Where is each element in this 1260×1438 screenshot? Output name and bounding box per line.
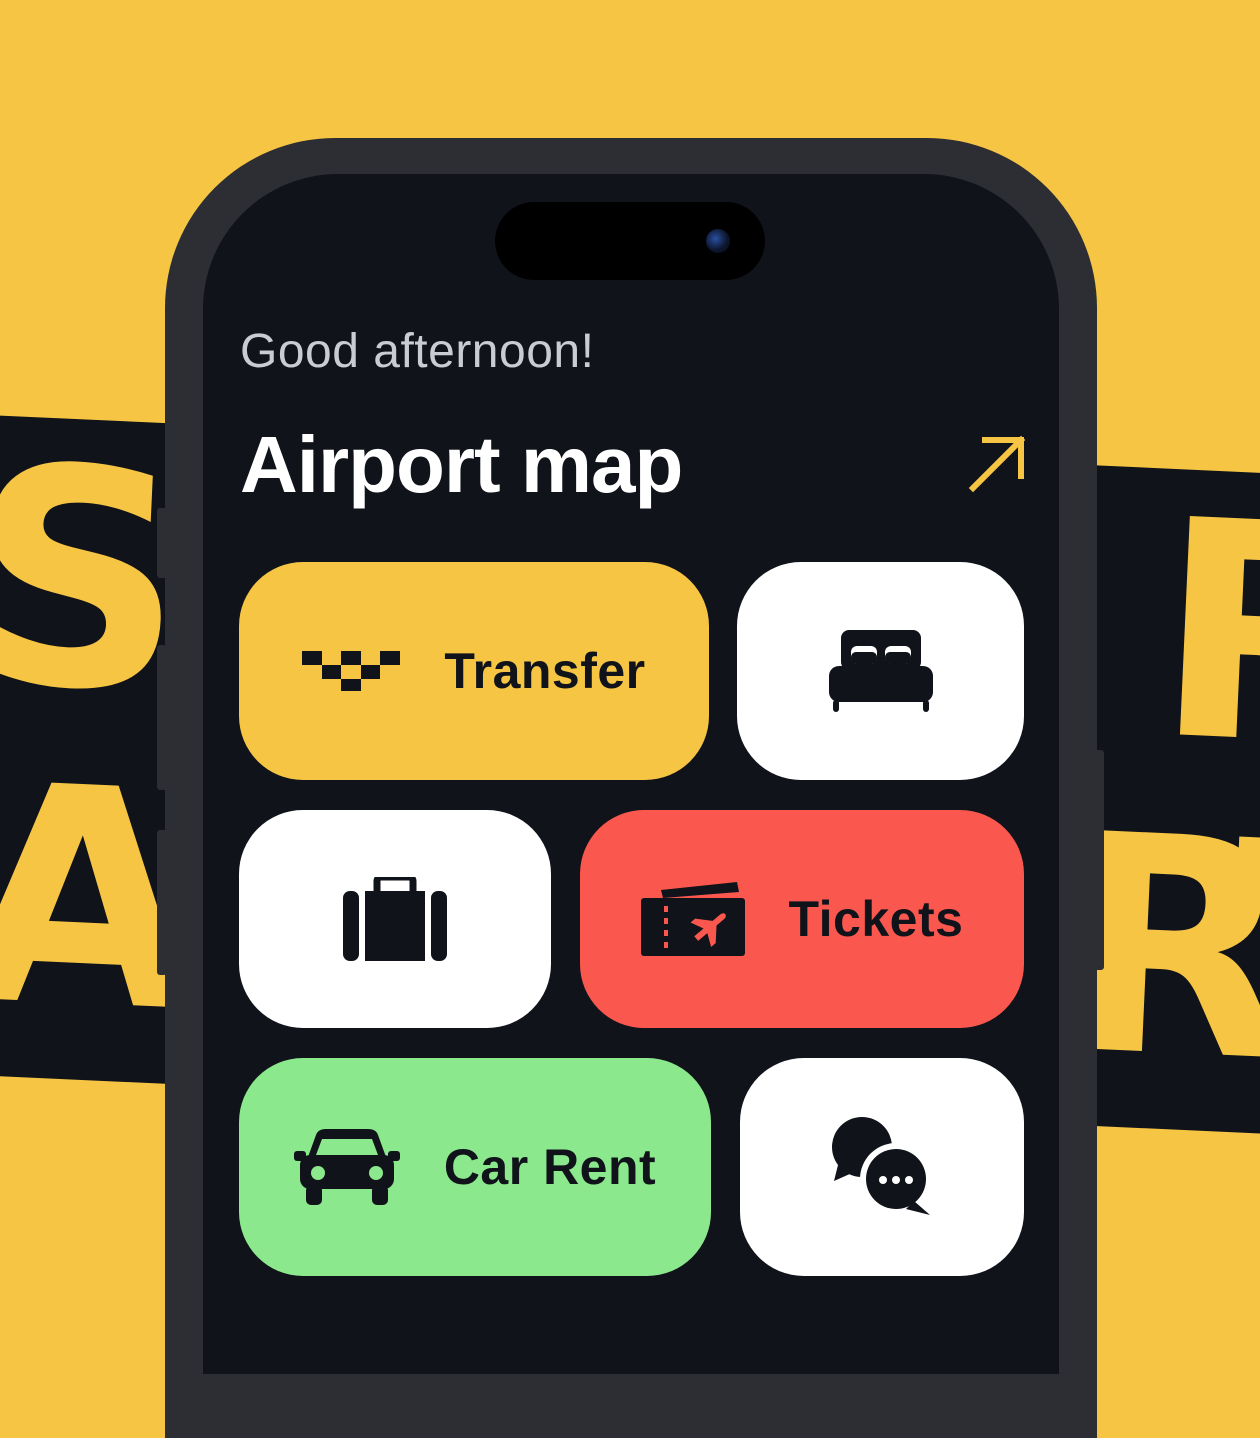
camera-icon <box>706 229 730 253</box>
phone-power-button <box>1094 750 1104 970</box>
car-icon <box>293 1129 400 1205</box>
suitcase-icon <box>343 877 447 961</box>
phone-side-button <box>157 508 167 578</box>
chat-bubbles-icon <box>832 1117 932 1215</box>
transfer-label: Transfer <box>444 643 646 699</box>
dynamic-island <box>495 202 765 280</box>
plane-ticket-icon <box>640 882 745 956</box>
chat-tile[interactable] <box>740 1058 1024 1276</box>
luggage-tile[interactable] <box>239 810 551 1028</box>
phone-screen: Good afternoon! Airport map Transfer Tic… <box>203 174 1059 1374</box>
phone-volume-up-button <box>157 645 167 790</box>
banner-letter: R <box>1149 455 1260 816</box>
arrow-up-right-icon[interactable] <box>965 432 1029 496</box>
page-title: Airport map <box>240 420 683 509</box>
phone-volume-down-button <box>157 830 167 975</box>
tickets-tile[interactable]: Tickets <box>580 810 1024 1028</box>
car-rent-label: Car Rent <box>443 1139 657 1195</box>
hotel-tile[interactable] <box>737 562 1024 780</box>
bed-icon <box>828 630 933 712</box>
tickets-label: Tickets <box>788 891 964 947</box>
transfer-tile[interactable]: Transfer <box>239 562 709 780</box>
taxi-checker-icon <box>302 651 401 691</box>
car-rent-tile[interactable]: Car Rent <box>239 1058 711 1276</box>
greeting-text: Good afternoon! <box>240 325 595 378</box>
